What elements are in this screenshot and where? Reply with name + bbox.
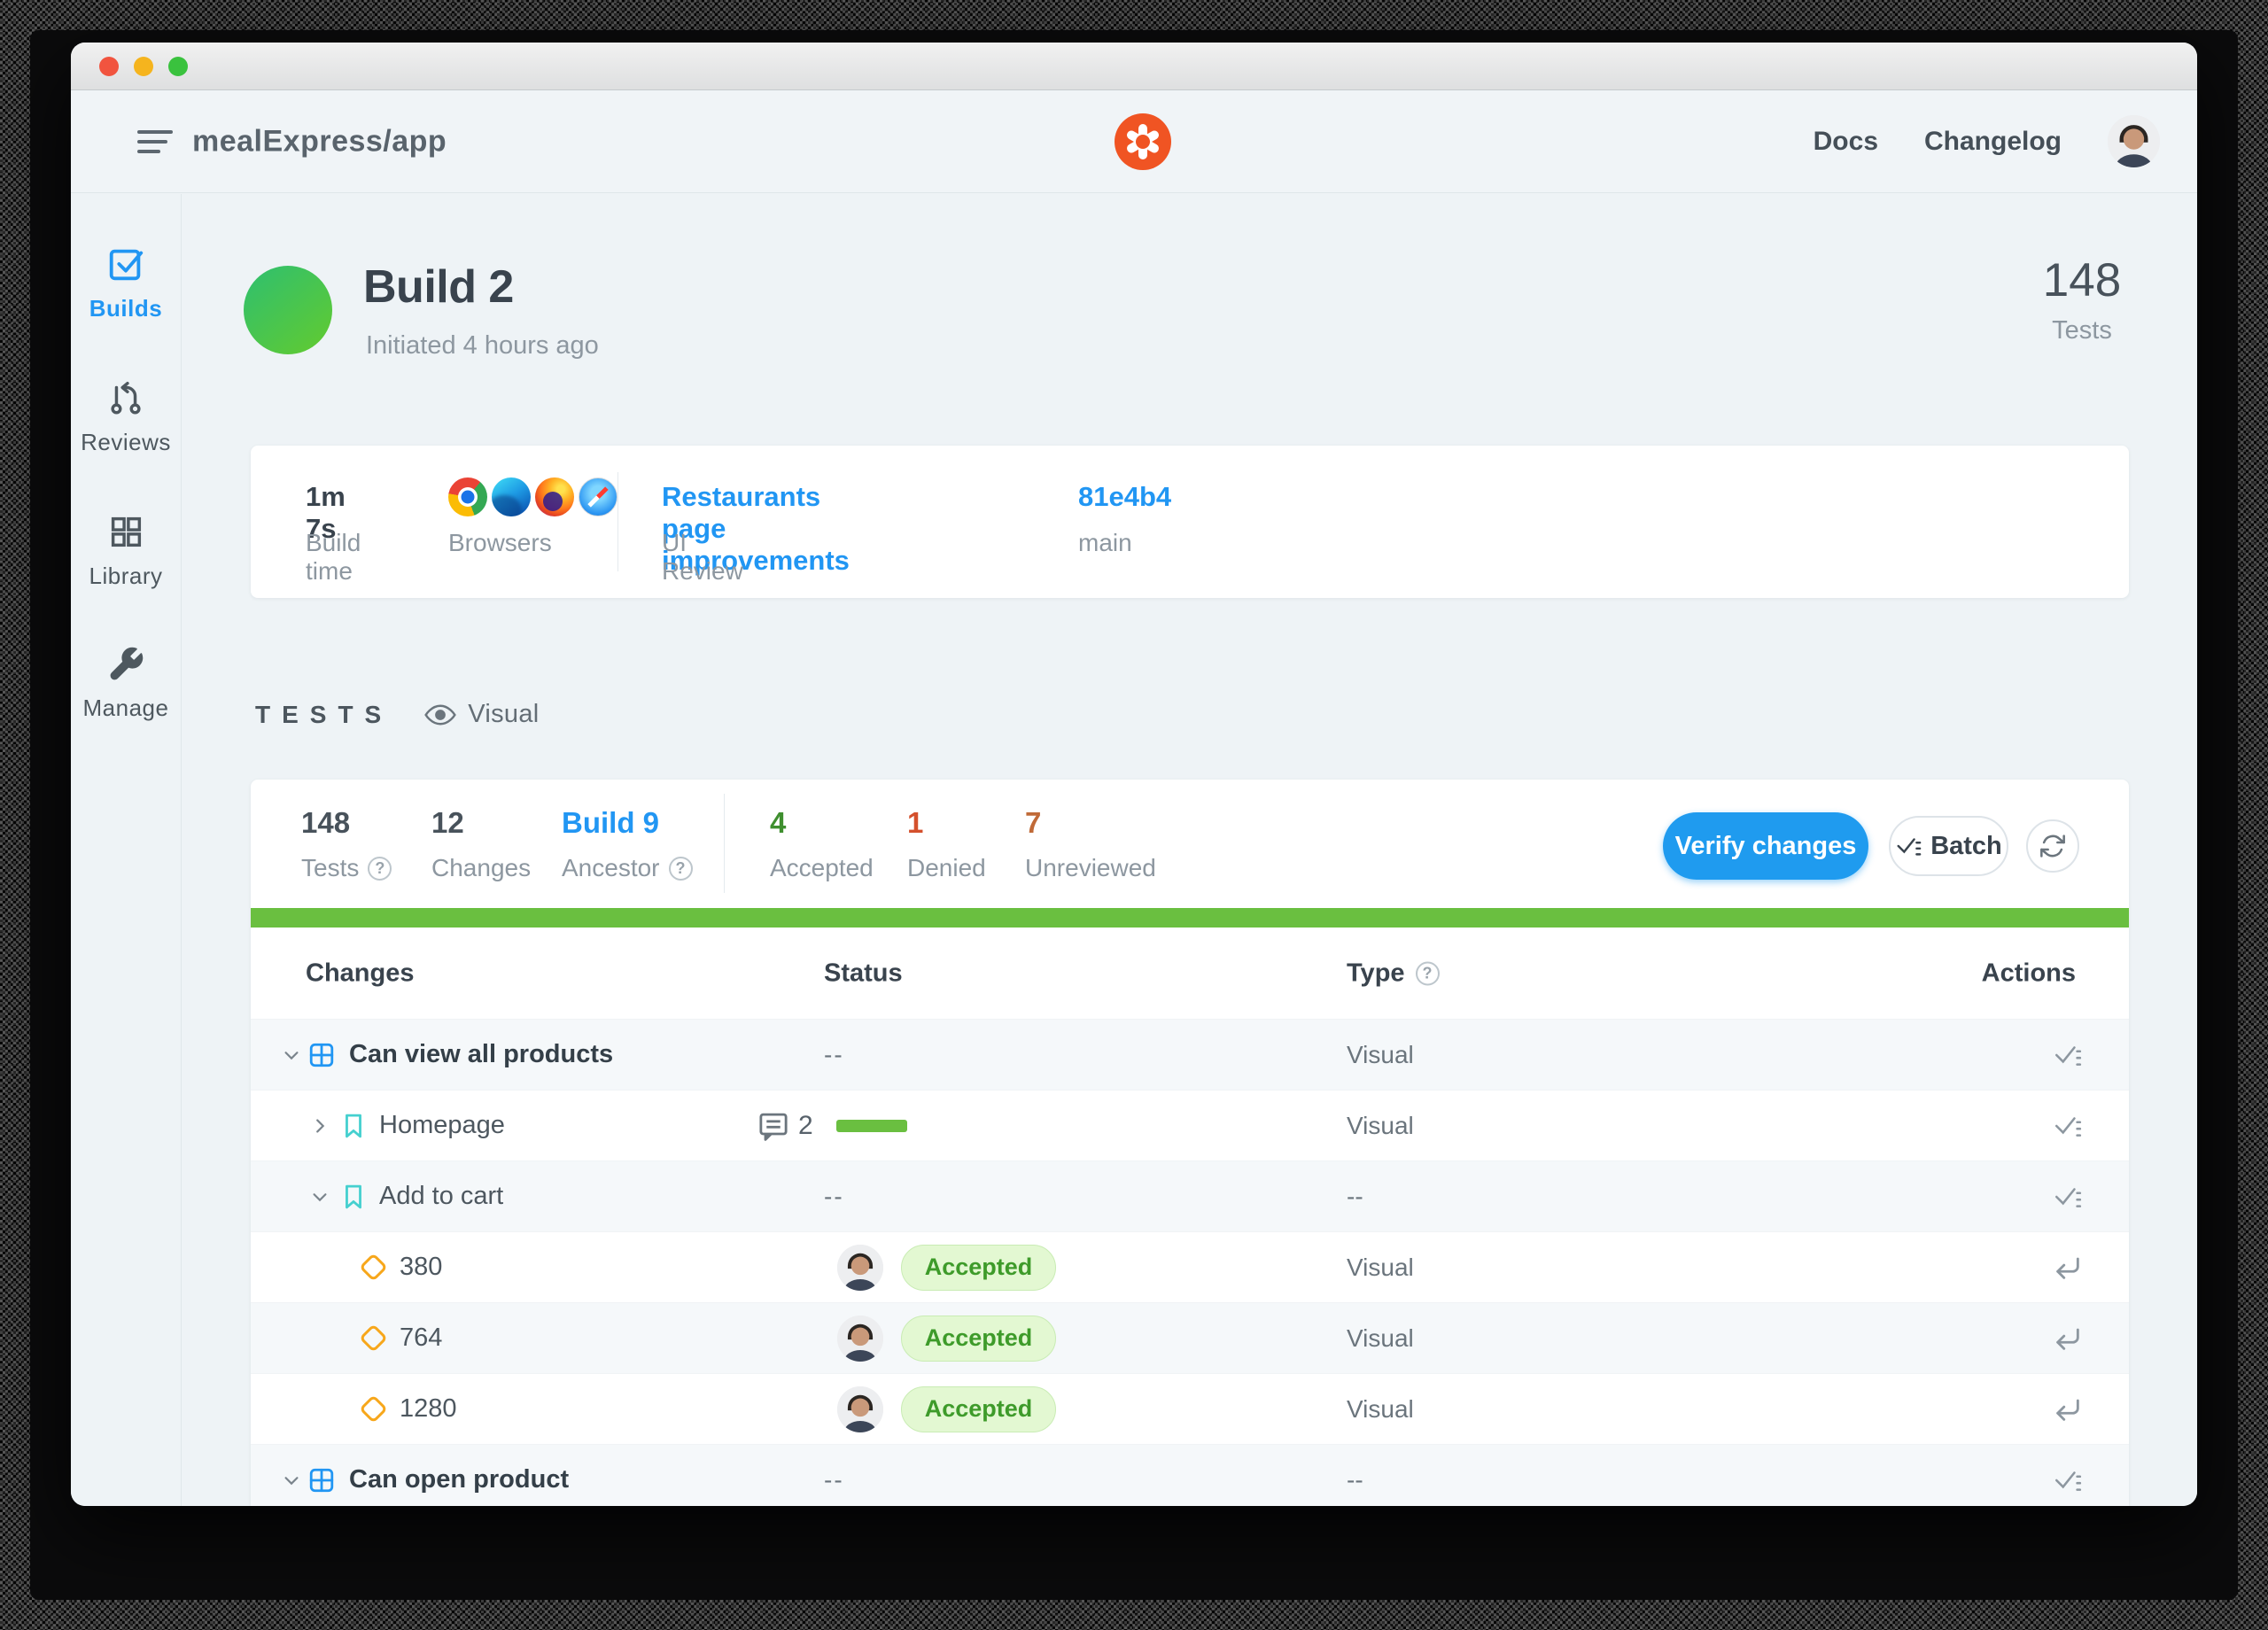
tests-heading-label: TESTS [255,701,392,729]
branch-label: main [1078,529,1132,557]
build-subtitle: Initiated 4 hours ago [366,331,599,361]
build-info-card: 1m 7s Build time Browsers Restaurants pa… [251,446,2129,598]
verify-all-icon[interactable] [2053,1040,2083,1070]
library-grid-icon [105,511,146,552]
window-titlebar [71,43,2197,90]
browser-icons [448,477,617,516]
test-group-grid-icon [308,1042,335,1068]
col-actions: Actions [1982,959,2076,988]
zoom-window-button[interactable] [168,57,188,76]
table-header: Changes Status Type? Actions [251,928,2129,1019]
batch-button[interactable]: Batch [1889,816,2008,876]
minimize-window-button[interactable] [134,57,153,76]
project-title: mealExpress/app [192,124,447,159]
build-time-label: Build time [306,529,361,586]
table-row[interactable]: Can view all products -- Visual [251,1019,2129,1090]
chevron-down-icon[interactable] [282,1045,301,1065]
reviewer-avatar [837,1245,883,1291]
row-progress-bar [836,1120,907,1132]
chrome-browser-icon [448,477,487,516]
info-card-divider [617,472,618,571]
reviewer-avatar [837,1316,883,1362]
traffic-lights [99,57,188,76]
verify-changes-button[interactable]: Verify changes [1663,812,1868,880]
chevron-right-icon[interactable] [310,1116,330,1136]
user-avatar[interactable] [2108,115,2160,167]
review-label: UI Review [662,529,743,586]
visual-filter-toggle[interactable]: Visual [424,700,539,729]
browsers-label: Browsers [448,529,552,557]
sidebar-item-builds[interactable]: Builds [71,244,181,322]
status-badge: Accepted [901,1316,1056,1362]
undo-icon[interactable] [2053,1323,2083,1354]
col-type: Type? [1347,959,1440,988]
table-row[interactable]: 380 Accepted Visual [251,1231,2129,1302]
viewport-diamond-icon [359,1323,388,1353]
table-row[interactable]: 764 Accepted Visual [251,1302,2129,1373]
table-row[interactable]: Can open product -- -- [251,1444,2129,1506]
sidebar-item-manage[interactable]: Manage [71,645,181,722]
app-logo-icon[interactable] [1115,113,1171,170]
close-window-button[interactable] [99,57,119,76]
app-header: mealExpress/app Docs Changelog [71,90,2197,193]
reviewer-avatar [837,1386,883,1432]
tests-help-icon[interactable]: ? [368,857,392,881]
table-row[interactable]: Add to cart -- -- [251,1160,2129,1231]
undo-icon[interactable] [2053,1394,2083,1424]
sidebar: Builds Reviews Library Manage [71,194,182,1506]
status-badge: Accepted [901,1386,1056,1432]
verify-all-icon[interactable] [2053,1182,2083,1212]
page-bookmark-icon [344,1184,363,1209]
chevron-down-icon[interactable] [282,1471,301,1490]
header-nav: Docs Changelog [1814,90,2160,192]
app-window: mealExpress/app Docs Changelog [71,43,2197,1506]
visual-filter-label: Visual [468,700,539,729]
comments-icon[interactable] [757,1110,789,1142]
table-row[interactable]: Homepage 2 Visual [251,1090,2129,1160]
verify-all-icon[interactable] [2053,1465,2083,1495]
eye-icon [424,702,456,728]
firefox-browser-icon [535,477,574,516]
builds-checkbox-icon [105,244,146,284]
table-row[interactable]: 1280 Accepted Visual [251,1373,2129,1444]
tests-total-count: 148 [2033,253,2131,307]
menu-icon[interactable] [137,127,176,157]
edge-browser-icon [492,477,531,516]
stats-divider [724,794,725,893]
batch-checklist-icon [1895,833,1922,859]
tests-card: 148 Tests? 12 Changes Build 9 Ancestor? … [251,780,2129,1506]
build-status-circle [244,266,332,354]
build-progress-bar [251,908,2129,928]
safari-browser-icon [579,477,617,516]
sidebar-item-reviews[interactable]: Reviews [71,377,181,456]
tests-total: 148 Tests [2033,253,2131,345]
refresh-icon [2039,832,2067,860]
ancestor-build-link[interactable]: Build 9 [562,806,659,840]
nav-changelog-link[interactable]: Changelog [1924,127,2062,157]
tests-section-heading: TESTS Visual [255,700,540,729]
tests-total-label: Tests [2033,316,2131,345]
ancestor-help-icon[interactable]: ? [669,857,693,881]
undo-icon[interactable] [2053,1253,2083,1283]
col-changes: Changes [306,959,414,988]
test-group-grid-icon [308,1467,335,1494]
sidebar-item-library[interactable]: Library [71,511,181,590]
col-status: Status [824,959,903,988]
commit-link[interactable]: 81e4b4 [1078,481,1171,513]
refresh-button[interactable] [2026,819,2079,873]
viewport-diamond-icon [359,1253,388,1282]
manage-wrench-icon [106,645,145,684]
chevron-down-icon[interactable] [310,1187,330,1207]
viewport-diamond-icon [359,1394,388,1424]
status-badge: Accepted [901,1245,1056,1291]
type-help-icon[interactable]: ? [1416,961,1440,985]
page-bookmark-icon [344,1114,363,1138]
verify-all-icon[interactable] [2053,1111,2083,1141]
comment-count: 2 [798,1111,813,1141]
nav-docs-link[interactable]: Docs [1814,127,1878,157]
build-title: Build 2 [363,260,514,314]
reviews-pull-request-icon [105,377,146,418]
